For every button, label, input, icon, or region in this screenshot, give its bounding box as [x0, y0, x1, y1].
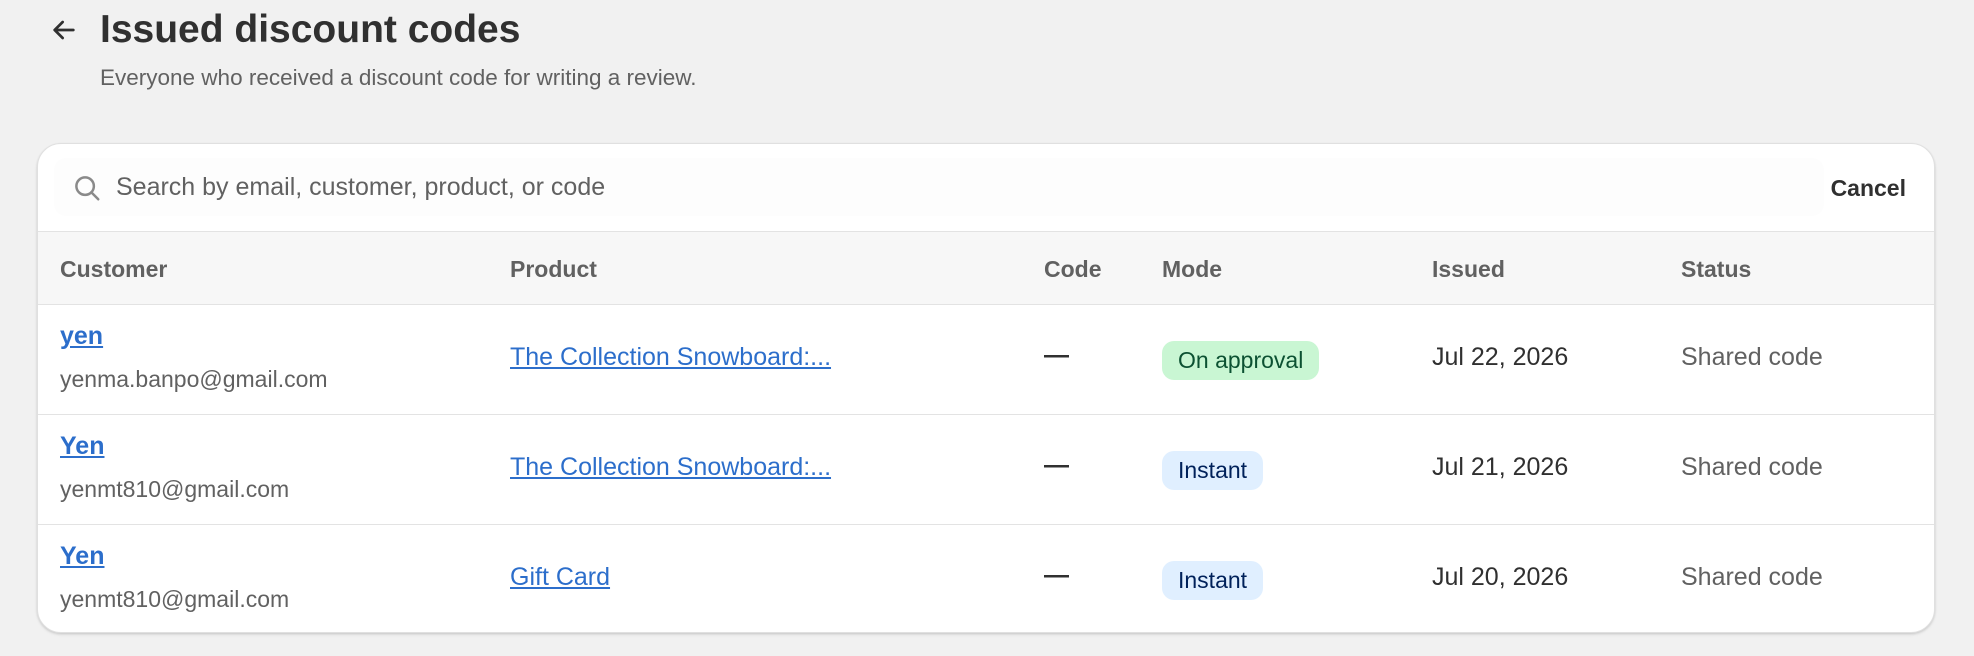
issued-date: Jul 20, 2026 — [1432, 563, 1569, 591]
status-text: Shared code — [1681, 453, 1823, 481]
mode-badge: On approval — [1162, 341, 1320, 380]
customer-email: yenma.banpo@gmail.com — [60, 366, 328, 392]
issued-date: Jul 21, 2026 — [1432, 453, 1569, 481]
table-row[interactable]: yen yenma.banpo@gmail.com The Collection… — [38, 305, 1934, 415]
customer-name-link[interactable]: yen — [60, 322, 103, 351]
page-title: Issued discount codes — [100, 8, 521, 51]
customer-name-link[interactable]: Yen — [60, 542, 104, 571]
column-header-customer[interactable]: Customer — [60, 256, 167, 283]
back-button[interactable] — [42, 10, 86, 50]
discount-codes-card: Cancel Customer Product Code Mode Issued… — [37, 143, 1935, 633]
mode-badge: Instant — [1162, 561, 1264, 600]
search-bar: Cancel — [38, 144, 1934, 232]
customer-email: yenmt810@gmail.com — [60, 476, 290, 502]
column-header-product[interactable]: Product — [510, 256, 597, 283]
mode-badge: Instant — [1162, 451, 1264, 490]
arrow-left-icon — [53, 20, 75, 40]
page-subtitle: Everyone who received a discount code fo… — [100, 65, 697, 90]
column-header-status[interactable]: Status — [1681, 256, 1751, 283]
product-link[interactable]: The Collection Snowboard:... — [510, 453, 831, 482]
table-row[interactable]: Yen yenmt810@gmail.com Gift Card — Insta… — [38, 525, 1934, 632]
table-row[interactable]: Yen yenmt810@gmail.com The Collection Sn… — [38, 415, 1934, 525]
search-icon — [75, 176, 100, 201]
column-header-mode[interactable]: Mode — [1162, 256, 1222, 283]
search-input[interactable] — [116, 166, 1796, 208]
table-header: Customer Product Code Mode Issued Status — [38, 232, 1934, 305]
column-header-code[interactable]: Code — [1044, 256, 1102, 283]
status-text: Shared code — [1681, 563, 1823, 591]
customer-name-link[interactable]: Yen — [60, 432, 104, 461]
code-value: — — [1044, 341, 1069, 369]
page: Issued discount codes Everyone who recei… — [0, 0, 1974, 656]
column-header-issued[interactable]: Issued — [1432, 256, 1505, 283]
issued-date: Jul 22, 2026 — [1432, 343, 1569, 371]
code-value: — — [1044, 451, 1069, 479]
product-link[interactable]: The Collection Snowboard:... — [510, 343, 831, 372]
cancel-button[interactable]: Cancel — [1831, 168, 1906, 208]
code-value: — — [1044, 561, 1069, 589]
search-field[interactable] — [54, 158, 1824, 216]
customer-email: yenmt810@gmail.com — [60, 586, 290, 612]
status-text: Shared code — [1681, 343, 1823, 371]
product-link[interactable]: Gift Card — [510, 563, 610, 592]
